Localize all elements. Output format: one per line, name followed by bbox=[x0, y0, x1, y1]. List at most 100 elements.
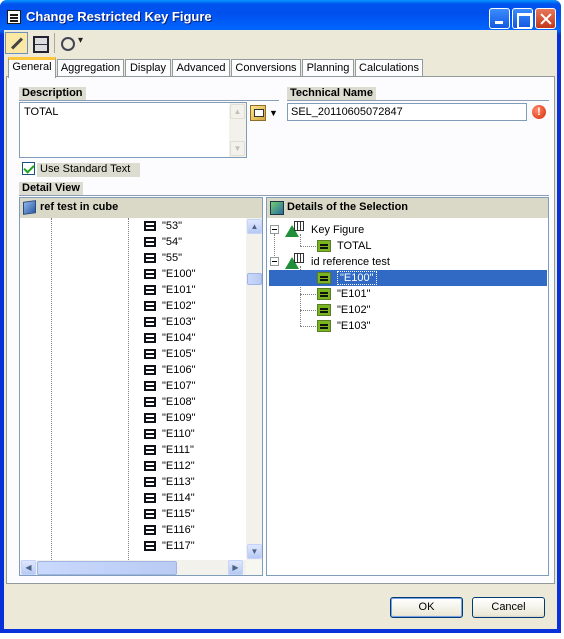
chevron-down-icon[interactable]: ▼ bbox=[269, 108, 278, 118]
tree-node-value[interactable]: "E103" bbox=[317, 318, 371, 334]
tree-node-value[interactable]: "E102" bbox=[317, 302, 371, 318]
ok-button[interactable]: OK bbox=[390, 597, 463, 618]
tree-node-total[interactable]: TOTAL bbox=[317, 238, 371, 254]
characteristic-value-icon bbox=[144, 381, 156, 392]
list-item[interactable]: "55" bbox=[144, 250, 182, 266]
text-variable-icon[interactable] bbox=[250, 105, 266, 121]
list-item[interactable]: "E101" bbox=[144, 282, 196, 298]
detail-view-label: Detail View bbox=[19, 182, 83, 195]
selection-details-header: Details of the Selection bbox=[267, 198, 548, 218]
use-standard-text-checkbox[interactable] bbox=[22, 162, 35, 175]
characteristic-value-icon bbox=[144, 397, 156, 408]
list-item[interactable]: "E107" bbox=[144, 378, 196, 394]
list-item[interactable]: "E108" bbox=[144, 394, 196, 410]
characteristic-value-icon bbox=[144, 221, 156, 232]
scroll-thumb[interactable] bbox=[247, 273, 262, 285]
list-item[interactable]: "E115" bbox=[144, 506, 195, 522]
list-item[interactable]: "E109" bbox=[144, 410, 196, 426]
characteristic-value-icon bbox=[144, 269, 156, 280]
scroll-up-icon[interactable]: ▲ bbox=[247, 219, 262, 234]
infoprovider-tree-list: "53" "54" "55" "E100" "E101" "E102" "E10… bbox=[20, 218, 246, 560]
description-value: TOTAL bbox=[24, 106, 59, 118]
detail-view-underline bbox=[19, 195, 549, 196]
scroll-down-icon[interactable]: ▼ bbox=[247, 544, 262, 559]
tree-guide-line bbox=[51, 218, 52, 560]
scroll-up-icon[interactable]: ▲ bbox=[230, 104, 245, 119]
list-item[interactable]: "E105" bbox=[144, 346, 196, 362]
tab-strip: General Aggregation Display Advanced Con… bbox=[6, 57, 557, 78]
tab-aggregation[interactable]: Aggregation bbox=[57, 59, 124, 77]
scroll-left-icon[interactable]: ◀ bbox=[21, 560, 36, 575]
characteristic-value-icon bbox=[144, 461, 156, 472]
infoprovider-tree-hscrollbar[interactable]: ◀ ▶ bbox=[20, 560, 246, 575]
tab-general[interactable]: General bbox=[8, 57, 56, 78]
minimize-button[interactable] bbox=[489, 8, 510, 29]
characteristic-value-icon bbox=[317, 272, 331, 285]
infoprovider-tree-header: ref test in cube bbox=[20, 198, 262, 218]
structure-icon bbox=[294, 221, 304, 231]
save-icon[interactable] bbox=[30, 32, 50, 54]
infoprovider-tree-vscrollbar[interactable]: ▲ ▼ bbox=[246, 218, 262, 560]
tab-conversions[interactable]: Conversions bbox=[231, 59, 301, 77]
tab-calculations[interactable]: Calculations bbox=[355, 59, 423, 77]
tree-guide-line bbox=[300, 326, 316, 327]
characteristic-value-icon bbox=[317, 320, 331, 333]
toolbar-separator bbox=[54, 33, 55, 53]
description-scrollbar[interactable]: ▲ ▼ bbox=[229, 103, 246, 157]
tree-node-selected[interactable]: "E100" bbox=[269, 270, 547, 286]
tab-display[interactable]: Display bbox=[125, 59, 171, 77]
query-tools-icon[interactable] bbox=[58, 32, 88, 54]
scroll-down-icon[interactable]: ▼ bbox=[230, 141, 245, 156]
list-item[interactable]: "E100" bbox=[144, 266, 196, 282]
edit-mode-icon[interactable] bbox=[5, 32, 28, 54]
list-item[interactable]: "E102" bbox=[144, 298, 196, 314]
dialog-window: Change Restricted Key Figure General Agg… bbox=[0, 0, 561, 633]
use-standard-text-label: Use Standard Text bbox=[37, 163, 140, 177]
close-button[interactable] bbox=[535, 8, 556, 29]
characteristic-value-icon bbox=[144, 237, 156, 248]
characteristic-value-icon bbox=[144, 333, 156, 344]
scroll-thumb[interactable] bbox=[37, 561, 177, 575]
tree-node-key-figure[interactable]: Key Figure bbox=[311, 222, 364, 238]
key-figure-value-icon bbox=[317, 240, 331, 253]
tab-panel-general: Description TOTAL ▲ ▼ ▼ Technical Name S… bbox=[6, 76, 555, 584]
description-field[interactable]: TOTAL ▲ ▼ bbox=[19, 102, 247, 158]
technical-name-field[interactable]: SEL_20110605072847 bbox=[287, 103, 527, 121]
list-item[interactable]: "E106" bbox=[144, 362, 196, 378]
list-item[interactable]: "E111" bbox=[144, 442, 194, 458]
list-item[interactable]: "E112" bbox=[144, 458, 195, 474]
app-icon bbox=[7, 10, 21, 24]
collapse-icon[interactable] bbox=[270, 225, 279, 234]
tree-node-value[interactable]: "E101" bbox=[317, 286, 371, 302]
structure-icon bbox=[294, 253, 304, 263]
characteristic-value-icon bbox=[144, 445, 156, 456]
list-item[interactable]: "E110" bbox=[144, 426, 195, 442]
characteristic-value-icon bbox=[144, 301, 156, 312]
list-item[interactable]: "E103" bbox=[144, 314, 196, 330]
characteristic-value-icon bbox=[317, 288, 331, 301]
title-bar[interactable]: Change Restricted Key Figure bbox=[0, 0, 561, 34]
list-item[interactable]: "E116" bbox=[144, 522, 195, 538]
characteristic-value-icon bbox=[144, 365, 156, 376]
list-item[interactable]: "E104" bbox=[144, 330, 196, 346]
characteristic-value-icon bbox=[144, 509, 156, 520]
tab-advanced[interactable]: Advanced bbox=[172, 59, 230, 77]
characteristic-value-icon bbox=[144, 477, 156, 488]
list-item[interactable]: "E114" bbox=[144, 490, 195, 506]
infoprovider-tree-pane: ref test in cube "53" "54" "55" "E100" "… bbox=[19, 197, 263, 576]
tree-guide-line bbox=[300, 234, 301, 246]
description-label: Description bbox=[19, 87, 86, 100]
tree-node-id-reference-test[interactable]: id reference test bbox=[311, 254, 390, 270]
list-item[interactable]: "E113" bbox=[144, 474, 195, 490]
maximize-button[interactable] bbox=[512, 8, 533, 29]
cancel-button[interactable]: Cancel bbox=[472, 597, 545, 618]
list-item[interactable]: "53" bbox=[144, 218, 182, 234]
list-item[interactable]: "E117" bbox=[144, 538, 195, 554]
infoprovider-tree-title: ref test in cube bbox=[40, 201, 119, 213]
tree-guide-line bbox=[128, 218, 129, 560]
scroll-right-icon[interactable]: ▶ bbox=[228, 560, 243, 575]
tab-planning[interactable]: Planning bbox=[302, 59, 354, 77]
tree-guide-line bbox=[300, 310, 316, 311]
collapse-icon[interactable] bbox=[270, 257, 279, 266]
list-item[interactable]: "54" bbox=[144, 234, 182, 250]
